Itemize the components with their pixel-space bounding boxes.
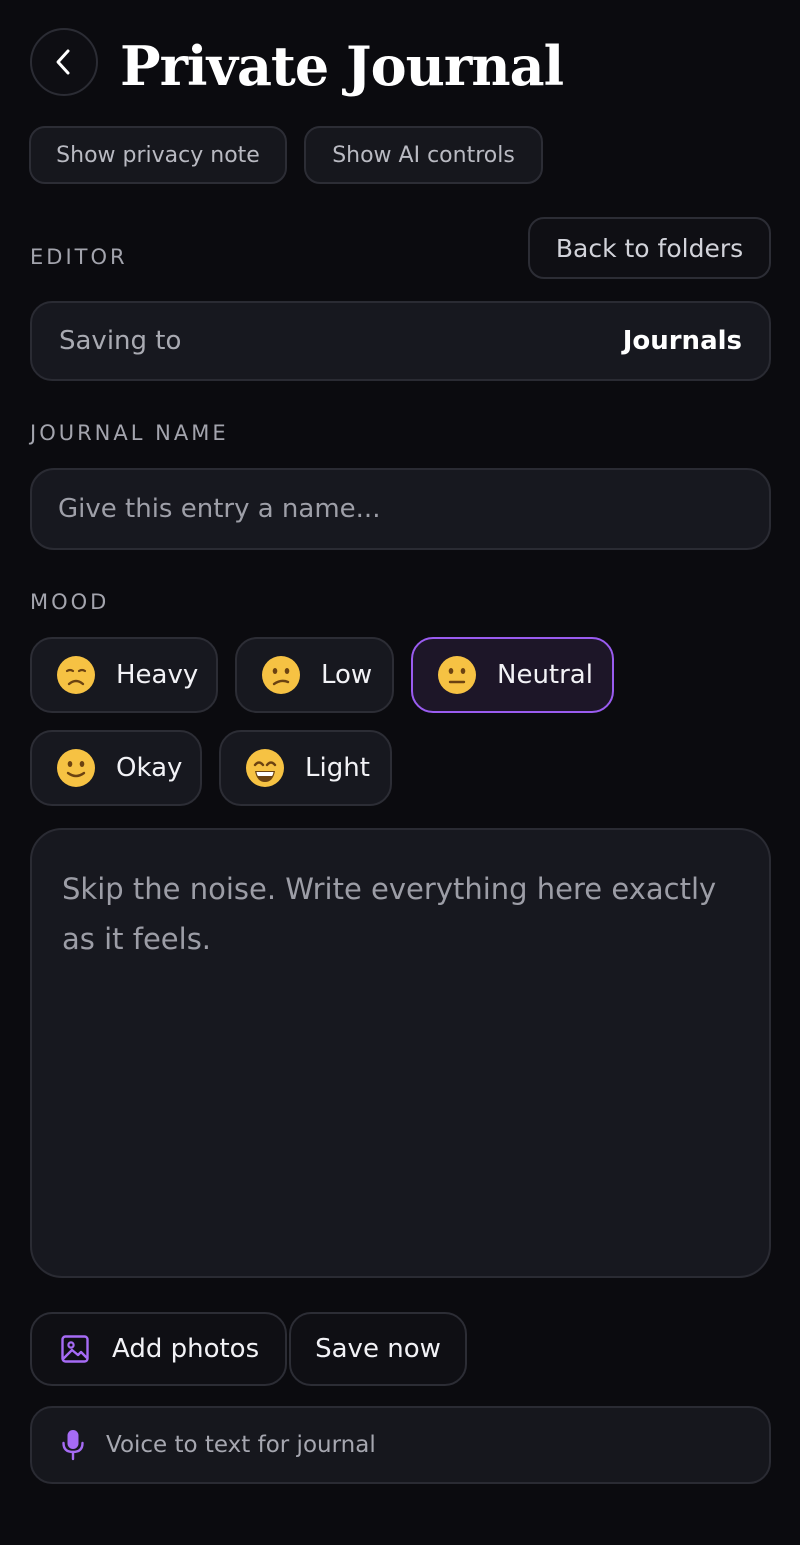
editor-section-label: EDITOR — [30, 245, 128, 269]
show-ai-controls-button[interactable]: Show AI controls — [304, 126, 543, 184]
sad-face-icon — [57, 656, 95, 694]
back-to-folders-button[interactable]: Back to folders — [528, 217, 771, 279]
mood-label: Light — [305, 753, 370, 783]
add-photos-label: Add photos — [112, 1334, 260, 1364]
journal-name-section-label: JOURNAL NAME — [30, 421, 229, 445]
mood-label: Low — [321, 660, 373, 690]
confused-face-icon — [262, 656, 300, 694]
mood-label: Okay — [116, 753, 183, 783]
mood-chip-okay[interactable]: Okay — [30, 730, 202, 806]
microphone-icon — [62, 1430, 84, 1461]
neutral-face-icon — [438, 656, 476, 694]
saving-to-folder-selector[interactable]: Saving to Journals — [30, 301, 771, 381]
mood-section-label: MOOD — [30, 590, 110, 614]
show-privacy-note-button[interactable]: Show privacy note — [29, 126, 287, 184]
back-button[interactable] — [30, 28, 98, 96]
save-now-button[interactable]: Save now — [289, 1312, 467, 1386]
page-title: Private Journal — [120, 34, 564, 98]
mood-chip-low[interactable]: Low — [235, 637, 394, 713]
chevron-left-icon — [56, 49, 70, 75]
saving-to-folder-value: Journals — [622, 326, 742, 356]
voice-to-text-label: Voice to text for journal — [106, 1432, 376, 1458]
mood-chip-heavy[interactable]: Heavy — [30, 637, 218, 713]
slight-smile-face-icon — [57, 749, 95, 787]
image-icon — [61, 1335, 89, 1363]
saving-to-label: Saving to — [59, 326, 182, 356]
mood-label: Heavy — [116, 660, 199, 690]
add-photos-button[interactable]: Add photos — [30, 1312, 287, 1386]
journal-name-input[interactable] — [30, 468, 771, 550]
mood-chip-neutral[interactable]: Neutral — [411, 637, 614, 713]
mood-label: Neutral — [497, 660, 593, 690]
voice-to-text-button[interactable]: Voice to text for journal — [30, 1406, 771, 1484]
grinning-face-icon — [246, 749, 284, 787]
mood-chip-light[interactable]: Light — [219, 730, 392, 806]
journal-entry-textarea[interactable] — [30, 828, 771, 1278]
